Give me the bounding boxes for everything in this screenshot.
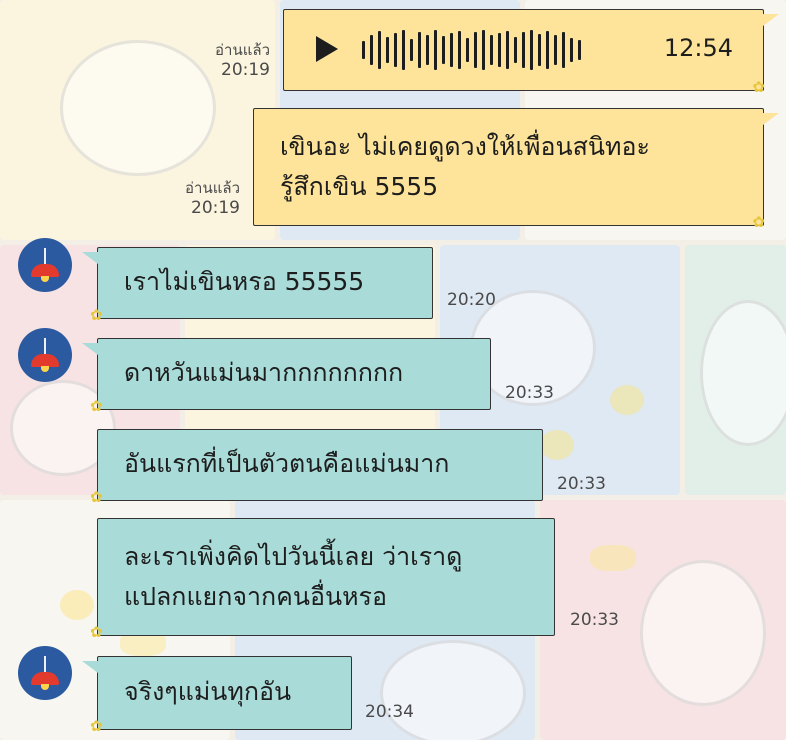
bubble-tail <box>82 343 98 355</box>
audio-waveform[interactable] <box>362 29 581 71</box>
chick-sticker-icon: ✿ <box>752 78 765 96</box>
incoming-message-bubble[interactable]: อันแรกที่เป็นตัวตนคือแม่นมาก ✿ <box>90 429 543 506</box>
chick-sticker-icon: ✿ <box>752 213 765 231</box>
incoming-message-bubble[interactable]: ละเราเพิ่งคิดไปวันนี้เลย ว่าเราดู แปลกแย… <box>90 518 555 641</box>
message-time: 20:20 <box>447 290 496 310</box>
message-text: จริงๆแม่นทุกอัน <box>124 677 292 706</box>
incoming-message-bubble[interactable]: จริงๆแม่นทุกอัน ✿ <box>82 656 352 735</box>
text-message-status: อ่านแล้ว 20:19 <box>140 178 240 218</box>
message-line: แปลกแยกจากคนอื่นหรอ <box>124 582 388 611</box>
incoming-message-bubble[interactable]: เราไม่เขินหรอ 55555 ✿ <box>82 247 433 324</box>
message-time: 20:33 <box>557 474 606 494</box>
chick-sticker-icon: ✿ <box>90 306 103 324</box>
voice-message-status: อ่านแล้ว 20:19 <box>170 40 270 80</box>
incoming-message-bubble[interactable]: ดาหวันแม่นมากกกกกกกก ✿ <box>82 338 491 415</box>
bubble-tail <box>82 252 98 264</box>
message-time: 20:19 <box>221 60 270 80</box>
voice-duration: 12:54 <box>663 34 733 62</box>
message-line: ละเราเพิ่งคิดไปวันนี้เลย ว่าเราดู <box>124 542 463 571</box>
message-text: ดาหวันแม่นมากกกกกกกก <box>124 358 404 387</box>
message-line: เขินอะ ไม่เคยดูดวงให้เพื่อนสนิทอะ <box>280 132 650 161</box>
chick-sticker-icon: ✿ <box>90 717 103 735</box>
message-time: 20:33 <box>570 610 619 630</box>
lamp-avatar[interactable] <box>18 238 72 292</box>
play-icon[interactable] <box>316 36 338 62</box>
bubble-tail <box>763 14 779 26</box>
message-line: รู้สึกเขิน 5555 <box>280 172 439 201</box>
message-time: 20:33 <box>505 383 554 403</box>
voice-message-bubble[interactable]: 12:54 ✿ <box>283 9 779 96</box>
outgoing-message-bubble[interactable]: เขินอะ ไม่เคยดูดวงให้เพื่อนสนิทอะ รู้สึก… <box>253 108 779 231</box>
lamp-avatar[interactable] <box>18 328 72 382</box>
lamp-avatar[interactable] <box>18 646 72 700</box>
message-time: 20:19 <box>191 198 240 218</box>
read-receipt: อ่านแล้ว <box>185 179 240 197</box>
message-text: เราไม่เขินหรอ 55555 <box>124 267 365 296</box>
message-time: 20:34 <box>365 702 414 722</box>
message-text: อันแรกที่เป็นตัวตนคือแม่นมาก <box>124 449 450 478</box>
chick-sticker-icon: ✿ <box>90 623 103 641</box>
chick-sticker-icon: ✿ <box>90 397 103 415</box>
bubble-tail <box>82 661 98 673</box>
chick-sticker-icon: ✿ <box>90 488 103 506</box>
read-receipt: อ่านแล้ว <box>215 41 270 59</box>
bubble-tail <box>763 113 779 125</box>
